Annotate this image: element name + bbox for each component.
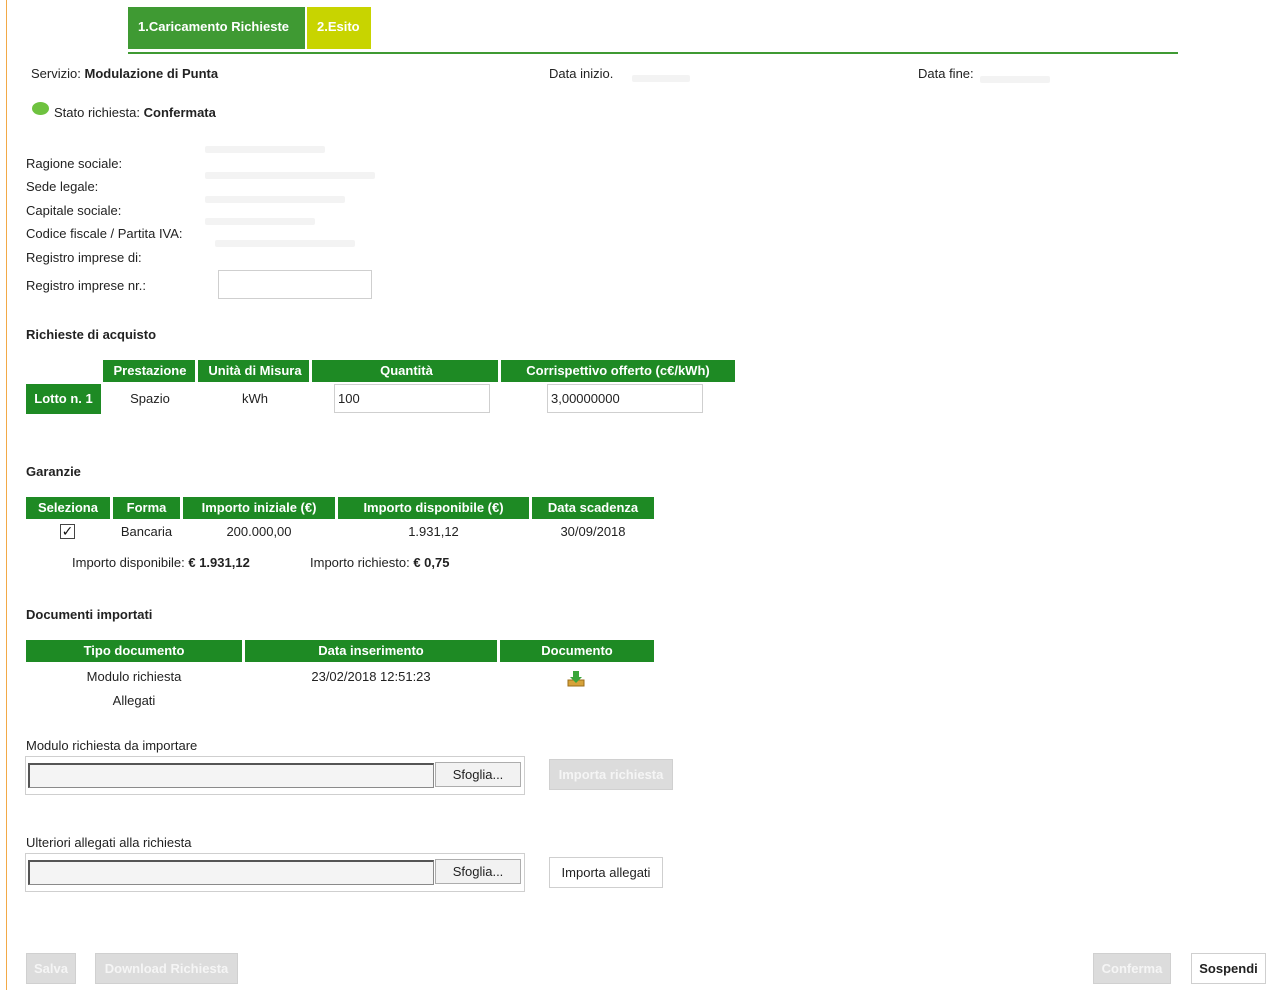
field-registro-imprese-di: Registro imprese di: — [26, 250, 142, 265]
guarantee-scadenza: 30/09/2018 — [560, 524, 626, 539]
doc-row-1-data: 23/02/2018 12:51:23 — [311, 669, 431, 684]
available-value: € 1.931,12 — [188, 555, 250, 570]
col-importo-disponibile: Importo disponibile (€) — [338, 497, 529, 519]
field-registro-imprese-nr: Registro imprese nr.: — [26, 278, 146, 293]
import-request-button[interactable]: Importa richiesta — [549, 759, 673, 790]
field-sede-legale: Sede legale: — [26, 179, 99, 194]
col-data-scadenza: Data scadenza — [532, 497, 654, 519]
field-codice-fiscale: Codice fiscale / Partita IVA: — [26, 226, 183, 241]
guarantees-section-title: Garanzie — [26, 464, 81, 479]
guarantee-disponibile: 1.931,12 — [408, 524, 459, 539]
registro-imprese-nr-input[interactable] — [218, 270, 372, 299]
requested-label: Importo richiesto: — [310, 555, 410, 570]
field-ragione-sociale: Ragione sociale: — [26, 156, 123, 171]
available-label: Importo disponibile: — [72, 555, 185, 570]
upload-request-label: Modulo richiesta da importare — [26, 738, 198, 753]
requested-value: € 0,75 — [413, 555, 450, 570]
guarantee-forma: Bancaria — [120, 524, 173, 539]
registro-imprese-di-value — [215, 240, 355, 247]
col-unita-misura: Unità di Misura — [195, 360, 312, 382]
purchase-section-title: Richieste di acquisto — [26, 327, 157, 342]
corrispettivo-input[interactable] — [547, 384, 703, 413]
documents-section-title: Documenti importati — [26, 607, 153, 622]
doc-row-2-tipo: Allegati — [112, 693, 156, 708]
end-date-label: Data fine: — [918, 66, 974, 81]
start-date-label: Data inizio. — [549, 66, 614, 81]
confirm-button[interactable]: Conferma — [1093, 953, 1171, 984]
codice-fiscale-value — [205, 218, 315, 225]
capitale-sociale-value — [205, 196, 345, 203]
download-icon[interactable] — [567, 669, 585, 687]
status-label: Stato richiesta: — [54, 105, 140, 120]
download-request-button[interactable]: Download Richiesta — [95, 953, 238, 984]
col-data-inserimento: Data inserimento — [245, 640, 497, 662]
upload-attachments-file-input[interactable] — [28, 860, 434, 885]
quantita-input[interactable] — [334, 384, 490, 413]
requested-amount: Importo richiesto: € 0,75 — [310, 555, 449, 570]
field-capitale-sociale: Capitale sociale: — [26, 203, 122, 218]
status-value: Confermata — [143, 105, 216, 120]
guarantee-select-checkbox[interactable]: ✓ — [60, 524, 75, 539]
col-forma: Forma — [113, 497, 180, 519]
left-border — [6, 0, 7, 990]
service-row: Servizio: Modulazione di Punta — [31, 66, 218, 81]
prestazione-value: Spazio — [130, 391, 170, 406]
ragione-sociale-value — [205, 146, 325, 153]
tab-esito[interactable]: 2.Esito — [307, 7, 371, 49]
upload-request-file-input[interactable] — [28, 763, 434, 788]
col-prestazione: Prestazione — [103, 360, 197, 382]
col-documento: Documento — [500, 640, 654, 662]
start-date-value — [632, 75, 690, 82]
sede-legale-value — [205, 172, 375, 179]
unita-value: kWh — [242, 391, 268, 406]
status-indicator-icon — [32, 102, 49, 115]
col-seleziona: Seleziona — [26, 497, 110, 519]
col-corrispettivo: Corrispettivo offerto (c€/kWh) — [498, 360, 735, 382]
import-attachments-button[interactable]: Importa allegati — [549, 857, 663, 888]
tab-caricamento-richieste[interactable]: 1.Caricamento Richieste — [128, 7, 305, 49]
available-amount: Importo disponibile: € 1.931,12 — [72, 555, 250, 570]
service-label: Servizio: — [31, 66, 81, 81]
status-row: Stato richiesta: Confermata — [54, 105, 216, 120]
end-date-value — [980, 76, 1050, 83]
upload-attachments-browse-button[interactable]: Sfoglia... — [435, 859, 521, 884]
guarantee-iniziale: 200.000,00 — [226, 524, 292, 539]
suspend-button[interactable]: Sospendi — [1191, 953, 1266, 984]
col-importo-iniziale: Importo iniziale (€) — [183, 497, 335, 519]
service-value: Modulazione di Punta — [84, 66, 219, 81]
doc-row-1-tipo: Modulo richiesta — [86, 669, 182, 684]
save-button[interactable]: Salva — [26, 953, 76, 984]
upload-attachments-label: Ulteriori allegati alla richiesta — [26, 835, 192, 850]
tab-underline — [128, 52, 1178, 54]
col-quantita: Quantità — [309, 360, 501, 382]
lotto-label: Lotto n. 1 — [26, 384, 101, 414]
upload-request-browse-button[interactable]: Sfoglia... — [435, 762, 521, 787]
col-tipo-documento: Tipo documento — [26, 640, 242, 662]
